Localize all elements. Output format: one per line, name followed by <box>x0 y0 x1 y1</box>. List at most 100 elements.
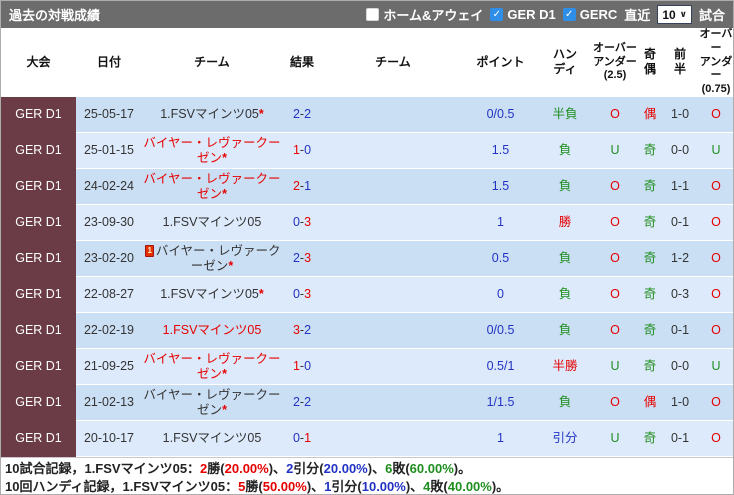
checkbox-label: ホーム&アウェイ <box>383 8 484 23</box>
first-half-score-cell: 0-0 <box>663 132 697 170</box>
table-row: GER D1 23-02-20 1 バイヤー・レヴァークーゼン* 2-3 0.5 … <box>1 240 733 278</box>
over-under-25-cell: U <box>593 348 637 386</box>
home-team-cell: 1.FSVマインツ05 <box>142 312 282 350</box>
score-cell: 3-2 <box>282 312 322 350</box>
points-cell: 0.5 <box>464 240 537 278</box>
home-score: 3 <box>292 323 300 338</box>
first-half-score-cell: 1-0 <box>663 96 697 134</box>
filter-checkbox-GERC[interactable]: ✓ GERC <box>562 5 617 24</box>
summary-segment: )。 <box>453 461 472 477</box>
checked-checkbox-icon[interactable]: ✓ <box>562 8 576 21</box>
summary-line-handicap-record: 10回ハンディ記録，1.FSVマインツ05：5勝(50.00%)、1引分(10.… <box>5 478 729 495</box>
competition-cell: GER D1 <box>1 240 76 277</box>
filter-checkbox-ホーム&アウェイ[interactable]: ホーム&アウェイ <box>366 5 483 24</box>
red-card-badge: 1 <box>145 245 154 258</box>
table-row: GER D1 21-02-13 バイヤー・レヴァークーゼン* 2-2 1/1.5… <box>1 384 733 422</box>
home-score: 0 <box>292 431 300 446</box>
home-team-cell: バイヤー・レヴァークーゼン* <box>142 132 282 170</box>
checked-checkbox-icon[interactable]: ✓ <box>490 8 504 21</box>
away-team-cell <box>322 312 464 350</box>
favorite-star-marker: * <box>258 287 264 302</box>
score-cell: 0-1 <box>282 420 322 458</box>
chevron-down-icon: ∨ <box>679 9 687 19</box>
home-team-cell: 1.FSVマインツ05* <box>142 276 282 314</box>
away-score: 2 <box>304 107 312 121</box>
date-cell: 20-10-17 <box>76 420 142 458</box>
summary-segment: 20.00% <box>224 461 269 477</box>
col-header-over-under-25: オーバー アンダー (2.5) <box>593 28 637 97</box>
odd-even-cell: 奇 <box>637 420 663 458</box>
home-score: 0 <box>292 215 300 230</box>
first-half-score-cell: 0-1 <box>663 312 697 350</box>
first-half-score-cell: 1-2 <box>663 240 697 278</box>
over-under-25-cell: O <box>593 96 637 134</box>
col-header-handicap: ハン ディ <box>537 28 593 97</box>
handicap-result-cell: 負 <box>537 312 593 350</box>
competition-cell: GER D1 <box>1 204 76 241</box>
unchecked-checkbox-icon[interactable] <box>366 8 380 21</box>
home-score: 1 <box>292 359 300 374</box>
recent-count-select[interactable]: 10 ∨ <box>657 5 692 24</box>
home-score: 2 <box>292 395 300 410</box>
table-row: GER D1 24-02-24 バイヤー・レヴァークーゼン* 2-1 1.5 負… <box>1 168 733 206</box>
score-cell: 2-2 <box>282 384 322 422</box>
summary-segment: 勝( <box>245 479 263 495</box>
away-score: 1 <box>304 431 312 446</box>
first-half-score-cell: 1-0 <box>663 384 697 422</box>
summary-segment: 引分( <box>331 479 362 495</box>
date-cell: 25-01-15 <box>76 132 142 170</box>
home-team-cell: 1.FSVマインツ05 <box>142 204 282 242</box>
score-cell: 2-2 <box>282 96 322 134</box>
points-cell: 0 <box>464 276 537 314</box>
handicap-result-cell: 半勝 <box>537 348 593 386</box>
team-name: バイヤー・レヴァークーゼン <box>155 243 281 273</box>
first-half-score-cell: 1-1 <box>663 168 697 206</box>
home-score: 1 <box>292 143 300 158</box>
competition-cell: GER D1 <box>1 168 76 205</box>
odd-even-cell: 奇 <box>637 204 663 242</box>
date-cell: 22-02-19 <box>76 312 142 350</box>
team-name: バイヤー・レヴァークーゼン <box>143 387 281 417</box>
score-cell: 2-3 <box>282 240 322 278</box>
competition-cell: GER D1 <box>1 132 76 169</box>
team-name: 1.FSVマインツ05 <box>162 323 262 338</box>
titlebar: 過去の対戦成績 ホーム&アウェイ ✓ GER D1 ✓ GERC 直近 10 ∨ 試合 <box>1 1 733 28</box>
handicap-result-cell: 半負 <box>537 96 593 134</box>
away-team-cell <box>322 204 464 242</box>
col-header-date: 日付 <box>76 28 142 97</box>
summary-segment: )。 <box>491 479 510 495</box>
filter-checkbox-GER D1[interactable]: ✓ GER D1 <box>490 5 556 24</box>
over-under-25-cell: O <box>593 312 637 350</box>
col-header-away-team: チーム <box>322 28 464 97</box>
summary-segment: 60.00% <box>409 461 454 477</box>
score-cell: 1-0 <box>282 132 322 170</box>
away-team-cell <box>322 276 464 314</box>
col-header-first-half: 前 半 <box>663 28 697 97</box>
summary-section: 10試合記録，1.FSVマインツ05：2勝(20.00%)、2引分(20.00%… <box>1 457 733 495</box>
away-team-cell <box>322 420 464 458</box>
date-cell: 21-02-13 <box>76 384 142 422</box>
home-score: 2 <box>292 251 300 266</box>
match-results-table: 大会 日付 チーム 結果 チーム ポイント ハン ディ オーバー アンダー (2… <box>1 28 733 458</box>
away-team-cell <box>322 240 464 278</box>
handicap-result-cell: 引分 <box>537 420 593 458</box>
points-cell: 1.5 <box>464 132 537 170</box>
over-under-25-cell: O <box>593 204 637 242</box>
handicap-result-cell: 負 <box>537 132 593 170</box>
over-under-25-cell: O <box>593 276 637 314</box>
favorite-star-marker: * <box>222 402 227 417</box>
col-header-points: ポイント <box>464 28 537 97</box>
date-cell: 23-02-20 <box>76 240 142 278</box>
summary-segment: 10試合記録，1.FSVマインツ05： <box>5 461 201 477</box>
date-cell: 22-08-27 <box>76 276 142 314</box>
points-cell: 1/1.5 <box>464 384 537 422</box>
away-score: 0 <box>304 143 312 158</box>
team-name: 1.FSVマインツ05 <box>162 215 262 230</box>
home-team-cell: バイヤー・レヴァークーゼン* <box>142 384 282 422</box>
over-under-25-cell: O <box>593 240 637 278</box>
first-half-score-cell: 0-0 <box>663 348 697 386</box>
over-under-075-cell: U <box>697 132 733 170</box>
over-under-075-cell: O <box>697 420 733 458</box>
col-header-odd-even: 奇 偶 <box>637 28 663 97</box>
competition-cell: GER D1 <box>1 312 76 349</box>
